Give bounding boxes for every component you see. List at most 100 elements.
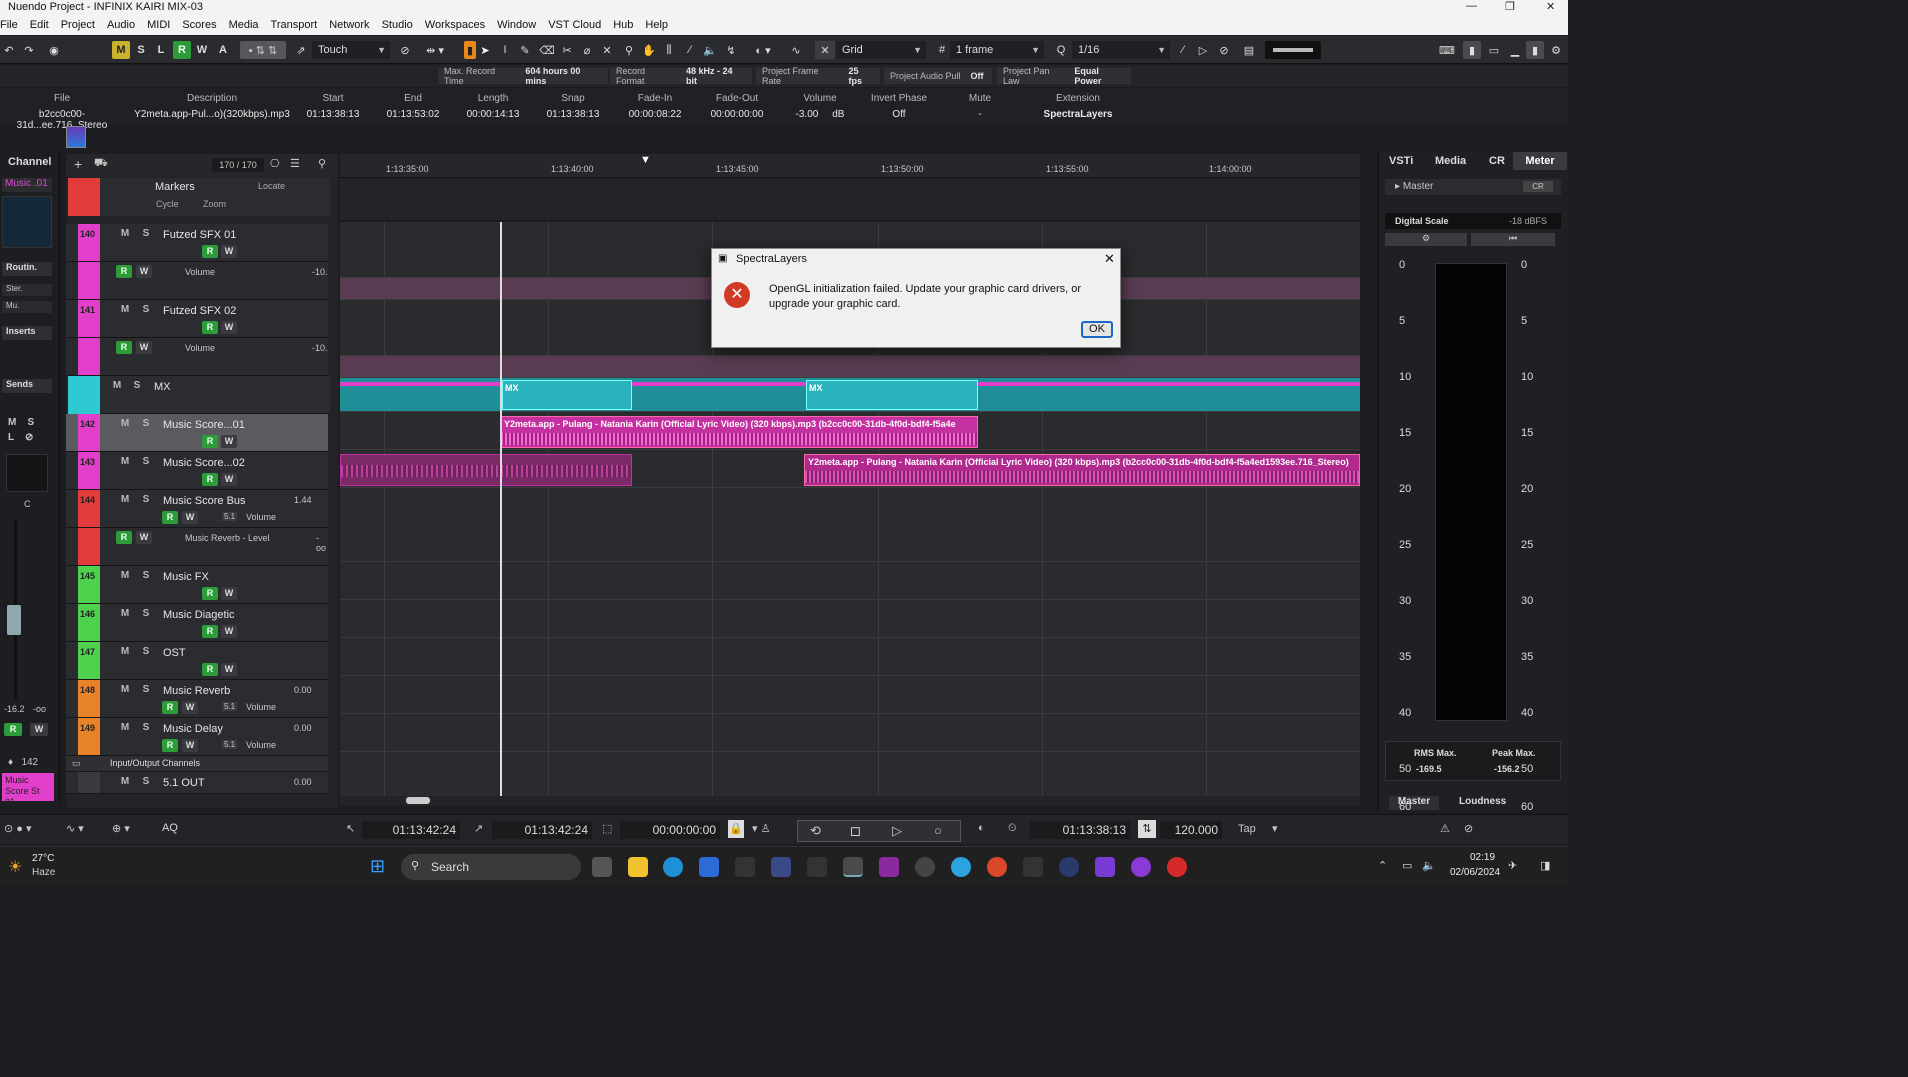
reset-icon[interactable]: ⏮ bbox=[1471, 233, 1555, 246]
automation-mode-select[interactable]: Touch ▼ bbox=[312, 41, 390, 59]
read-button[interactable]: R bbox=[202, 321, 218, 334]
zoom-tool-icon[interactable]: ⚲ bbox=[622, 41, 636, 59]
track-parameter[interactable]: Volume bbox=[246, 740, 276, 750]
automation-parameter[interactable]: Music Reverb - Level bbox=[185, 533, 270, 543]
menu-vst-cloud[interactable]: VST Cloud bbox=[542, 19, 607, 31]
write-button[interactable]: W bbox=[221, 663, 237, 676]
track-row-music-diagetic[interactable]: 146 M S Music Diagetic R W bbox=[66, 604, 328, 642]
tab-meter[interactable]: Meter bbox=[1513, 152, 1567, 170]
mute-button[interactable]: M bbox=[118, 683, 132, 696]
automation-panel-icon[interactable]: ⊘ bbox=[397, 41, 413, 59]
mute-button[interactable]: M bbox=[118, 493, 132, 506]
nuendo-icon[interactable] bbox=[843, 857, 863, 877]
zoom-select[interactable]: Zoom bbox=[203, 199, 226, 209]
listen-all-button[interactable]: L bbox=[153, 41, 169, 59]
gear-icon[interactable]: ⚙ bbox=[1385, 233, 1467, 246]
sends-section[interactable]: Sends bbox=[2, 379, 52, 393]
auto-scroll-icon[interactable]: ∿ bbox=[788, 41, 804, 59]
ok-button[interactable]: OK bbox=[1081, 321, 1113, 338]
write-button[interactable]: W bbox=[221, 435, 237, 448]
write-button[interactable]: W bbox=[136, 265, 152, 278]
status-audio-pull[interactable]: Project Audio Pull Off bbox=[884, 68, 992, 84]
time-display-icon[interactable]: ⏲ bbox=[1008, 822, 1017, 835]
info-snap[interactable]: Snap 01:13:38:13 bbox=[538, 93, 608, 120]
play-tool-icon[interactable]: 🔈 bbox=[703, 41, 717, 59]
status-record-format[interactable]: Record Format 48 kHz - 24 bit bbox=[610, 66, 752, 86]
app-icon[interactable] bbox=[1131, 857, 1151, 877]
audio-event-score1[interactable]: Y2meta.app - Pulang - Natania Karin (Off… bbox=[500, 416, 978, 448]
menu-studio[interactable]: Studio bbox=[376, 19, 419, 31]
read-button[interactable]: R bbox=[162, 739, 178, 752]
read-button[interactable]: R bbox=[116, 341, 132, 354]
app-icon[interactable] bbox=[879, 857, 899, 877]
menu-audio[interactable]: Audio bbox=[101, 19, 141, 31]
read-button[interactable]: R bbox=[4, 723, 22, 736]
stop-icon[interactable]: ◻ bbox=[850, 823, 861, 839]
read-button[interactable]: R bbox=[202, 245, 218, 258]
track-list-menu-icon[interactable]: ☰ bbox=[290, 157, 300, 170]
write-button[interactable]: W bbox=[182, 739, 198, 752]
write-button[interactable]: W bbox=[221, 625, 237, 638]
menu-scores[interactable]: Scores bbox=[176, 19, 222, 31]
solo-button[interactable]: S bbox=[139, 775, 153, 788]
track-parameter[interactable]: Volume bbox=[246, 512, 276, 522]
track-row-music-reverb[interactable]: 148 M S Music Reverb 0.00 R W 5.1 Volume bbox=[66, 680, 328, 718]
tab-media[interactable]: Media bbox=[1435, 155, 1466, 167]
track-volume-value[interactable]: 1.44 bbox=[294, 495, 312, 505]
editor-zone-icon[interactable]: ▭ bbox=[1485, 41, 1503, 59]
cr-button[interactable]: CR bbox=[1523, 181, 1553, 192]
time-warp-tool-icon[interactable]: ↯ bbox=[724, 41, 738, 59]
read-button[interactable]: R bbox=[116, 265, 132, 278]
write-button[interactable]: W bbox=[136, 341, 152, 354]
solo-button[interactable]: S bbox=[139, 227, 153, 240]
range-selection-tool-icon[interactable]: I bbox=[498, 41, 512, 59]
automation-all-button[interactable]: A bbox=[215, 41, 231, 59]
folder-io-channels[interactable]: ▭ Input/Output Channels bbox=[66, 756, 328, 772]
menu-help[interactable]: Help bbox=[639, 19, 674, 31]
routing-section[interactable]: Routin. bbox=[2, 262, 52, 276]
maximize-icon[interactable]: ❐ bbox=[1505, 0, 1515, 13]
track-row-futzed-sfx-02[interactable]: 141 M S Futzed SFX 02 R W bbox=[66, 300, 328, 338]
snap-type-select[interactable]: Grid ▼ bbox=[836, 41, 926, 59]
tap-button[interactable]: Tap bbox=[1238, 823, 1256, 835]
telegram-icon[interactable] bbox=[951, 857, 971, 877]
inspector-footer-track[interactable]: Music Score St 01 bbox=[2, 773, 54, 807]
performance-icon[interactable]: ⊕ ▾ bbox=[112, 822, 130, 835]
automation-parameter[interactable]: Volume bbox=[185, 267, 215, 277]
track-row-music-score-02[interactable]: 143 M S Music Score...02 R W bbox=[66, 452, 328, 490]
iterative-quantize-icon[interactable]: ⁄ bbox=[1176, 41, 1190, 59]
info-description[interactable]: Description Y2meta.app-Pul...o)(320kbps).… bbox=[130, 93, 294, 120]
edge-icon[interactable] bbox=[663, 857, 683, 877]
menu-midi[interactable]: MIDI bbox=[141, 19, 176, 31]
undo-icon[interactable]: ↶ bbox=[2, 41, 16, 59]
network-icon[interactable]: ▭ bbox=[1402, 859, 1412, 872]
listen-button[interactable]: L ⊘ bbox=[8, 432, 33, 443]
automation-parameter[interactable]: Volume bbox=[185, 343, 215, 353]
inserts-section[interactable]: Inserts bbox=[2, 326, 52, 340]
weather-desc[interactable]: Haze bbox=[32, 867, 55, 878]
right-zone-icon[interactable]: ▮ bbox=[1526, 41, 1544, 59]
tab-loudness[interactable]: Loudness bbox=[1459, 796, 1506, 807]
mute-button[interactable]: M S bbox=[8, 417, 34, 428]
chevron-down-icon[interactable]: ▾ bbox=[1272, 822, 1278, 835]
split-tool-icon[interactable]: ✂ bbox=[560, 41, 574, 59]
mute-button[interactable]: M bbox=[118, 721, 132, 734]
automation-row[interactable]: R W Volume -10. bbox=[66, 262, 328, 300]
menu-transport[interactable]: Transport bbox=[265, 19, 324, 31]
solo-button[interactable]: S bbox=[139, 721, 153, 734]
app-icon[interactable] bbox=[771, 857, 791, 877]
inspector-header[interactable]: Channel bbox=[8, 156, 51, 168]
punch-out-icon[interactable]: ◐ bbox=[978, 822, 985, 834]
right-locator-field[interactable]: 01:13:42:24 bbox=[492, 821, 592, 839]
info-file[interactable]: File b2cc0c00-31d...ee.716_Stereo bbox=[0, 93, 124, 131]
solo-button[interactable]: S bbox=[139, 569, 153, 582]
solo-button[interactable]: S bbox=[139, 683, 153, 696]
window-layout-icon[interactable]: ▤ bbox=[1241, 41, 1257, 59]
folder-clip-mx[interactable]: MX bbox=[806, 380, 978, 410]
mute-button[interactable]: M bbox=[118, 645, 132, 658]
mute-button[interactable]: M bbox=[118, 455, 132, 468]
read-button[interactable]: R bbox=[202, 663, 218, 676]
audio-app-icon[interactable] bbox=[807, 857, 827, 877]
tab-vsti[interactable]: VSTi bbox=[1389, 155, 1413, 167]
lane-music-score-bus[interactable] bbox=[340, 488, 1360, 562]
